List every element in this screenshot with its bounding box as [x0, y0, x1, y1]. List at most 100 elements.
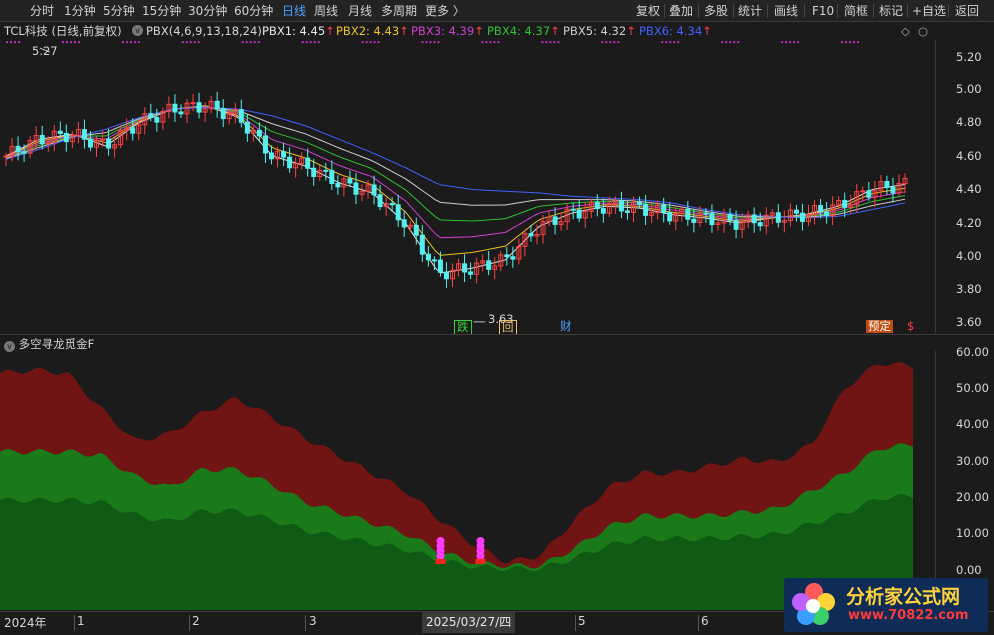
sub-indicator-chart[interactable]	[0, 351, 936, 610]
candle-body	[691, 218, 697, 223]
signal-dot	[789, 41, 792, 44]
y-tick: 5.00	[956, 82, 982, 96]
btn-overlay[interactable]: 叠加	[669, 0, 693, 22]
candle-body	[214, 100, 220, 110]
candle-body	[643, 204, 649, 216]
tab-daily[interactable]: 日线	[282, 0, 306, 22]
candle-body	[395, 204, 401, 221]
signal-dot	[737, 41, 740, 44]
signal-dot	[489, 41, 492, 44]
btn-simple-frame[interactable]: 简框	[844, 0, 868, 22]
pbx4-value: PBX4: 4.37↑	[487, 24, 560, 38]
marker-pullback[interactable]: 回	[499, 320, 517, 335]
tab-monthly[interactable]: 月线	[348, 0, 372, 22]
x-tick: 2024年	[4, 616, 47, 630]
y-tick: 4.20	[956, 216, 982, 230]
candle-body	[329, 170, 335, 185]
signal-dot	[481, 41, 484, 44]
period-toolbar: 分时 1分钟 5分钟 15分钟 30分钟 60分钟 日线 周线 月线 多周期 更…	[0, 0, 994, 22]
tab-1min[interactable]: 1分钟	[64, 0, 96, 22]
indicator-header: TCL科技 (日线,前复权) v PBX(4,6,9,13,18,24) PBX…	[0, 22, 994, 40]
candle-body	[401, 219, 407, 228]
marker-drop[interactable]: 跌	[454, 320, 472, 335]
marker-reserved[interactable]: 预定	[866, 320, 893, 333]
candle-body	[220, 108, 226, 120]
btn-statistics[interactable]: 统计	[738, 0, 762, 22]
btn-f10[interactable]: F10	[812, 0, 834, 22]
y-tick: 10.00	[956, 526, 989, 540]
tab-multi-period[interactable]: 多周期	[381, 0, 417, 22]
candle-body	[733, 219, 739, 230]
signal-dot	[121, 41, 124, 44]
signal-bar	[435, 558, 446, 564]
signal-dot	[133, 41, 136, 44]
marker-finance[interactable]: 财	[558, 320, 574, 333]
signal-dot	[377, 41, 380, 44]
panel-divider[interactable]	[0, 334, 994, 335]
candle-body	[824, 211, 830, 217]
signal-dot	[857, 41, 860, 44]
candle-body	[799, 212, 805, 222]
signal-dot	[785, 41, 788, 44]
signal-dot	[605, 41, 608, 44]
signal-dot	[245, 41, 248, 44]
signal-dot	[125, 41, 128, 44]
sub-indicator-title: v 多空寻龙觅金F	[4, 336, 94, 352]
candle-body	[793, 209, 799, 214]
candle-body	[425, 253, 431, 261]
signal-dot	[673, 41, 676, 44]
candle-body	[818, 205, 824, 213]
candle-body	[281, 151, 287, 158]
signal-dot	[665, 41, 668, 44]
candle-body	[353, 182, 359, 195]
candle-body	[667, 212, 673, 222]
price-chart[interactable]	[0, 40, 936, 333]
tab-more[interactable]: 更多 〉	[425, 0, 465, 22]
signal-dot	[669, 41, 672, 44]
tab-30min[interactable]: 30分钟	[188, 0, 227, 22]
signal-dot	[781, 41, 784, 44]
tab-60min[interactable]: 60分钟	[234, 0, 273, 22]
candle-body	[661, 204, 667, 214]
candle-body	[860, 190, 866, 193]
tab-5min[interactable]: 5分钟	[103, 0, 135, 22]
btn-mark[interactable]: 标记	[879, 0, 903, 22]
btn-multi-stock[interactable]: 多股	[704, 0, 728, 22]
tab-weekly[interactable]: 周线	[314, 0, 338, 22]
diamond-icon[interactable]: ◇	[901, 22, 910, 40]
ma-line-5	[5, 106, 906, 218]
tab-15min[interactable]: 15分钟	[142, 0, 181, 22]
candle-body	[757, 222, 763, 227]
ma-line-6	[5, 106, 906, 219]
watermark-title: 分析家公式网	[846, 586, 961, 608]
y-tick: 4.60	[956, 149, 982, 163]
y-tick: 4.40	[956, 182, 982, 196]
signal-bar	[475, 558, 486, 564]
tab-timeshare[interactable]: 分时	[30, 0, 54, 22]
candle-body	[21, 151, 27, 154]
chevron-down-circle-icon[interactable]: v	[132, 25, 143, 36]
y-tick: 50.00	[956, 381, 989, 395]
btn-add-watchlist[interactable]: +自选	[912, 0, 946, 22]
candle-body	[624, 210, 630, 213]
signal-dot	[185, 41, 188, 44]
candle-body	[419, 234, 425, 255]
candle-body	[323, 169, 329, 172]
btn-back[interactable]: 返回	[955, 0, 979, 22]
candle-body	[618, 200, 624, 212]
signal-dot	[553, 41, 556, 44]
marker-dollar[interactable]: $	[905, 320, 916, 333]
btn-draw-line[interactable]: 画线	[774, 0, 798, 22]
app-window: 分时 1分钟 5分钟 15分钟 30分钟 60分钟 日线 周线 月线 多周期 更…	[0, 0, 994, 635]
signal-dot	[305, 41, 308, 44]
y-tick: 0.00	[956, 563, 982, 577]
circle-icon[interactable]: ○	[918, 22, 928, 40]
signal-dot	[369, 41, 372, 44]
x-tick: 1	[77, 614, 85, 628]
signal-dot	[613, 41, 616, 44]
pbx5-value: PBX5: 4.32↑	[563, 24, 636, 38]
signal-dot	[313, 41, 316, 44]
candle-body	[510, 256, 516, 260]
btn-restore-rights[interactable]: 复权	[636, 0, 660, 22]
cursor-date-label: 2025/03/27/四	[422, 612, 516, 633]
